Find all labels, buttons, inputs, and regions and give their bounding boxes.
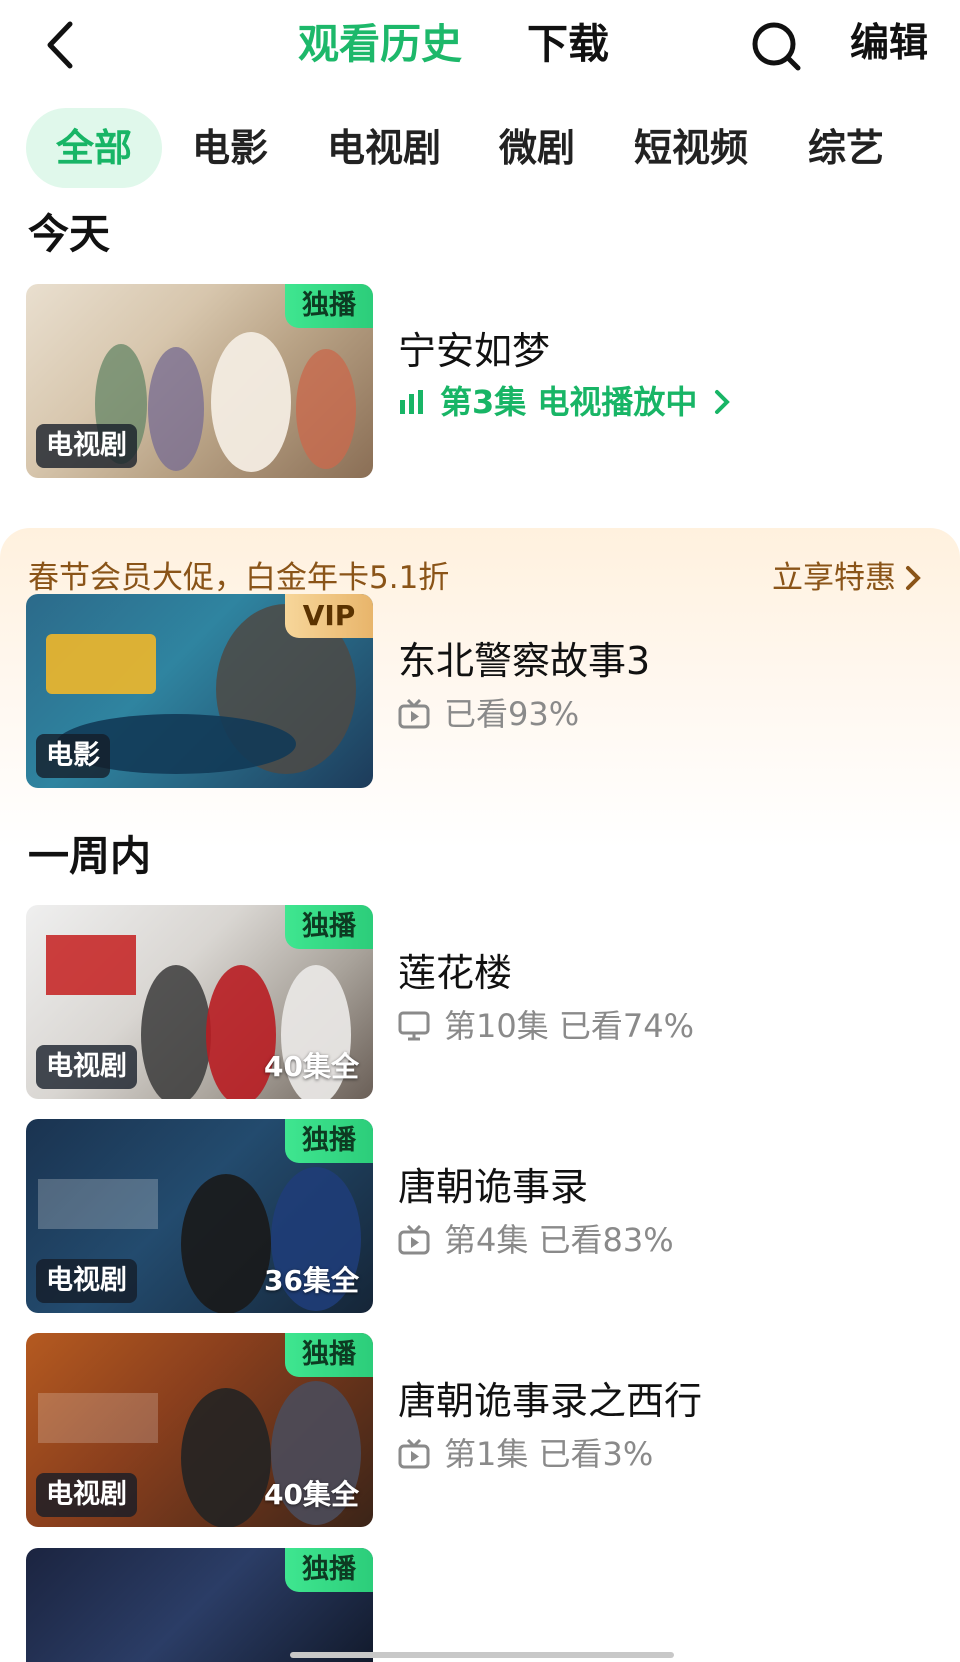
section-week-title: 一周内 [28,832,151,880]
chevron-left-icon [47,21,73,69]
history-item-title[interactable]: 莲花楼 [398,948,512,998]
type-badge: 电影 [36,734,110,778]
type-badge: 电视剧 [36,1259,137,1303]
history-item-title[interactable]: 唐朝诡事录之西行 [398,1376,702,1426]
history-item-thumbnail[interactable]: 独播 电视剧 [26,284,373,478]
exclusive-badge: 独播 [285,1333,373,1377]
history-item-thumbnail[interactable]: VIP 电影 [26,594,373,788]
category-variety[interactable]: 综艺 [808,108,884,188]
history-item-progress[interactable]: 第3集 电视播放中 [398,380,747,424]
category-movie[interactable]: 电影 [192,108,268,188]
episode-count: 40集全 [264,1478,359,1511]
exclusive-badge: 独播 [285,284,373,328]
promo-action[interactable]: 立享特惠 [772,556,924,600]
history-item-title[interactable]: 宁安如梦 [398,326,550,376]
history-item-progress: 第4集 已看83% [398,1218,674,1262]
chevron-right-icon [715,390,731,414]
category-short-video[interactable]: 短视频 [634,108,748,188]
tv-icon [398,1439,430,1469]
section-today-title: 今天 [28,210,110,258]
search-button[interactable] [750,20,802,72]
type-badge: 电视剧 [36,1473,137,1517]
tv-icon [398,699,430,729]
type-badge: 电视剧 [36,424,137,468]
promo-action-label: 立享特惠 [772,560,896,596]
search-icon [752,22,801,71]
back-button[interactable] [40,18,84,72]
history-item-progress: 已看93% [398,692,579,736]
monitor-icon [398,1011,430,1041]
history-item-thumbnail[interactable]: 独播 电视剧 40集全 [26,905,373,1099]
top-bar: 观看历史 下载 编辑 [0,0,960,92]
type-badge: 电视剧 [36,1045,137,1089]
tv-icon [398,1225,430,1255]
category-micro-drama[interactable]: 微剧 [499,108,575,188]
category-all[interactable]: 全部 [26,108,163,188]
progress-text: 第4集 已看83% [444,1221,674,1259]
episode-count: 40集全 [264,1050,359,1083]
vip-badge: VIP [285,594,373,638]
episode-count: 36集全 [264,1264,359,1297]
history-item-thumbnail[interactable]: 独播 电视剧 36集全 [26,1119,373,1313]
history-item-progress: 第10集 已看74% [398,1004,694,1048]
exclusive-badge: 独播 [285,1548,373,1592]
history-item-title[interactable]: 唐朝诡事录 [398,1162,588,1212]
history-item-title[interactable]: 东北警察故事3 [398,636,650,686]
progress-text: 第1集 已看3% [444,1435,654,1473]
history-item-progress: 第1集 已看3% [398,1432,653,1476]
history-item-thumbnail[interactable]: 独播 [26,1548,373,1662]
exclusive-badge: 独播 [285,905,373,949]
tab-downloads[interactable]: 下载 [527,18,609,70]
bars-playing-icon [400,390,423,414]
progress-text: 第10集 已看74% [444,1007,695,1045]
exclusive-badge: 独播 [285,1119,373,1163]
history-item-thumbnail[interactable]: 独播 电视剧 40集全 [26,1333,373,1527]
tab-watch-history[interactable]: 观看历史 [298,18,462,70]
edit-button[interactable]: 编辑 [850,18,928,70]
progress-text: 第3集 电视播放中 [440,383,698,421]
category-tv-series[interactable]: 电视剧 [327,108,441,188]
home-indicator[interactable] [290,1652,674,1658]
chevron-right-icon [906,566,921,590]
category-tabs: 全部 电影 电视剧 微剧 短视频 综艺 [0,108,960,188]
progress-text: 已看93% [444,695,580,733]
